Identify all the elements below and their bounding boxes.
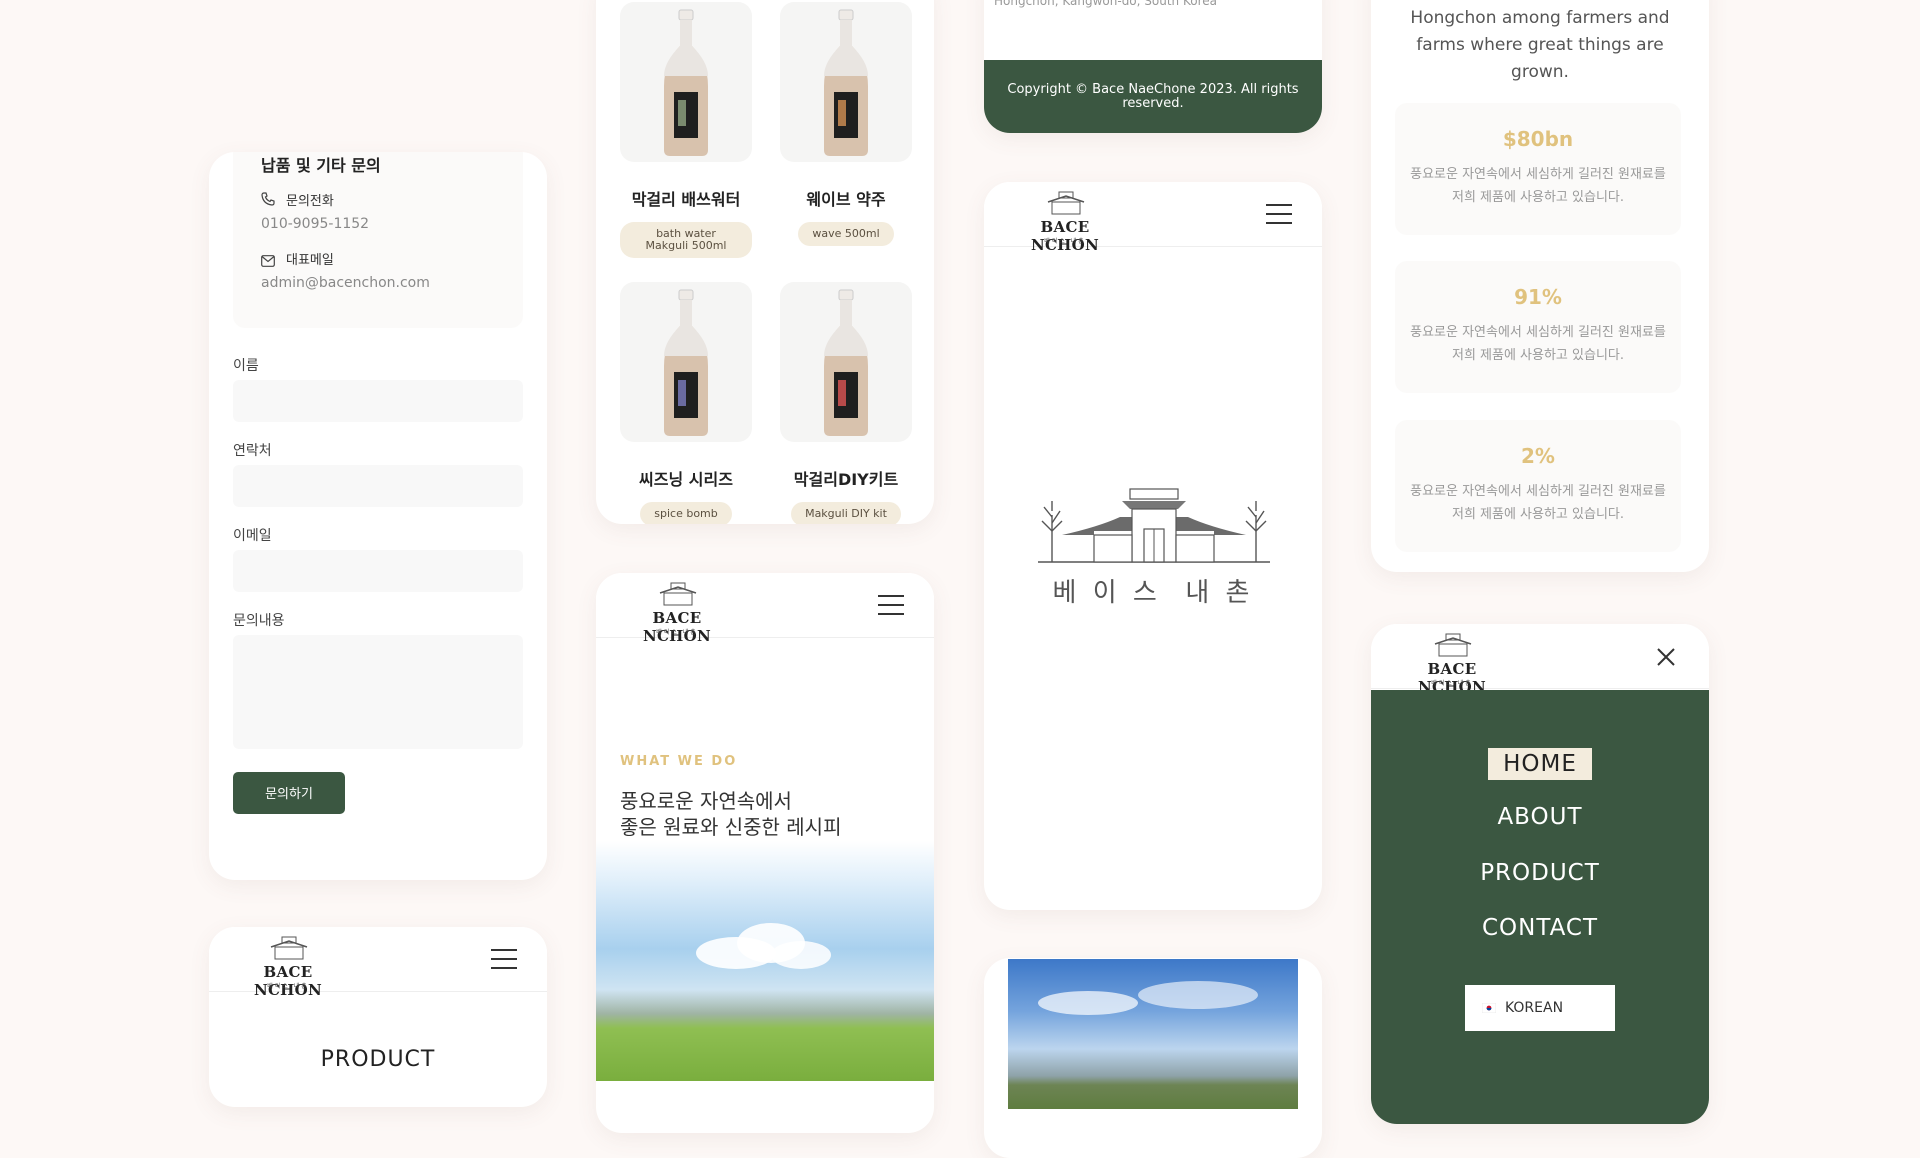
hanok-logo-icon	[270, 936, 308, 960]
bottle-image-icon	[824, 9, 868, 156]
products-grid-card: 막걸리 배쓰워터 bath water Makguli 500ml 웨이브 약주…	[596, 0, 934, 524]
brand-korean-title: 베 이 스 내 촌	[1052, 578, 1254, 608]
stat-box: $80bn 풍요로운 자연속에서 세심하게 길러진 원재료를 저희 제품에 사용…	[1395, 103, 1681, 235]
section-eyebrow: WHAT WE DO	[620, 754, 738, 769]
name-input[interactable]	[233, 380, 523, 422]
product-name[interactable]: 막걸리 배쓰워터	[606, 186, 766, 210]
hanok-logo-icon	[659, 582, 697, 606]
email-label: 대표메일	[286, 253, 334, 268]
email-field-label: 이메일	[233, 528, 272, 544]
product-tag: bath water Makguli 500ml	[620, 222, 752, 258]
stat-description: 풍요로운 자연속에서 세심하게 길러진 원재료를 저희 제품에 사용하고 있습니…	[1410, 484, 1666, 522]
inquiry-info-box: 납품 및 기타 문의 문의전화 010-9095-1152 대표메일 admin…	[233, 152, 523, 328]
product-image[interactable]	[620, 282, 752, 442]
hanok-house-illustration-icon	[1038, 488, 1270, 563]
mail-icon	[261, 252, 275, 271]
field-landscape-image	[596, 841, 934, 1081]
contact-input[interactable]	[233, 465, 523, 507]
footer-address: Hongchon, Kangwon-do, South Korea	[994, 0, 1217, 8]
logo-korean: 베이스 내촌	[1431, 680, 1473, 687]
site-logo[interactable]: BACE NCHON 베이스 내촌	[618, 581, 736, 645]
hanok-logo-icon	[1434, 633, 1472, 657]
stats-intro-text: Hongchon among farmers and farms where g…	[1410, 8, 1670, 82]
photo-card	[984, 958, 1322, 1158]
product-section-title: PRODUCT	[320, 1047, 436, 1072]
menu-item-product[interactable]: PRODUCT	[1371, 860, 1709, 886]
product-tag: wave 500ml	[780, 222, 912, 246]
name-label: 이름	[233, 358, 259, 374]
headline-line-2: 좋은 원료와 신중한 레시피	[620, 815, 842, 839]
site-logo[interactable]: BACE NCHON 베이스 내촌	[1006, 190, 1124, 254]
phone-label: 문의전화	[286, 194, 334, 209]
mobile-menu-card: BACE NCHON 베이스 내촌 HOME ABOUT PRODUCT CON…	[1371, 624, 1709, 1124]
contact-form-card: 납품 및 기타 문의 문의전화 010-9095-1152 대표메일 admin…	[209, 152, 547, 880]
submit-button[interactable]: 문의하기	[233, 772, 345, 814]
hamburger-menu-icon[interactable]	[1266, 204, 1292, 224]
hamburger-menu-icon[interactable]	[491, 949, 517, 969]
what-we-do-card: BACE NCHON 베이스 내촌 WHAT WE DO 풍요로운 자연속에서 …	[596, 573, 934, 1133]
cloud-icon	[1038, 981, 1258, 1015]
logo-korean: 베이스 내촌	[1044, 238, 1086, 245]
hanok-logo-icon	[1047, 191, 1085, 215]
footer-card: Hongchon, Kangwon-do, South Korea Copyri…	[984, 0, 1322, 133]
site-header: BACE NCHON 베이스 내촌	[209, 927, 547, 999]
stat-value: 91%	[1514, 285, 1562, 309]
stat-value: $80bn	[1502, 127, 1574, 151]
headline-line-1: 풍요로운 자연속에서	[620, 789, 792, 813]
email-input[interactable]	[233, 550, 523, 592]
footer-copyright-band: Copyright © Bace NaeChone 2023. All righ…	[984, 60, 1322, 133]
splash-card: BACE NCHON 베이스 내촌 베 이 스 내 촌	[984, 182, 1322, 910]
product-image[interactable]	[780, 2, 912, 162]
product-name[interactable]: 막걸리DIY키트	[766, 466, 926, 490]
message-label: 문의내용	[233, 613, 285, 629]
stat-description: 풍요로운 자연속에서 세심하게 길러진 원재료를 저희 제품에 사용하고 있습니…	[1410, 167, 1666, 205]
email-value[interactable]: admin@bacenchon.com	[261, 275, 430, 291]
menu-item-label: HOME	[1503, 751, 1577, 777]
contact-label: 연락처	[233, 443, 272, 459]
menu-item-about[interactable]: ABOUT	[1371, 804, 1709, 830]
countryside-photo	[1008, 959, 1298, 1109]
stat-box: 91% 풍요로운 자연속에서 세심하게 길러진 원재료를 저희 제품에 사용하고…	[1395, 261, 1681, 393]
product-tag: spice bomb	[620, 502, 752, 524]
menu-item-contact[interactable]: CONTACT	[1371, 915, 1709, 941]
close-icon[interactable]	[1657, 648, 1675, 666]
stat-value: 2%	[1521, 444, 1555, 468]
phone-value: 010-9095-1152	[261, 216, 370, 232]
site-logo[interactable]: BACE NCHON 베이스 내촌	[1393, 632, 1511, 696]
logo-korean: 베이스 내촌	[656, 629, 698, 636]
stat-box: 2% 풍요로운 자연속에서 세심하게 길러진 원재료를 저희 제품에 사용하고 …	[1395, 420, 1681, 552]
site-logo[interactable]: BACE NCHON 베이스 내촌	[229, 935, 347, 999]
stat-description: 풍요로운 자연속에서 세심하게 길러진 원재료를 저희 제품에 사용하고 있습니…	[1410, 325, 1666, 363]
menu-item-home[interactable]: HOME	[1488, 748, 1592, 780]
product-tag: Makguli DIY kit	[780, 502, 912, 524]
site-header: BACE NCHON 베이스 내촌	[1371, 624, 1709, 696]
product-page-card: BACE NCHON 베이스 내촌 PRODUCT	[209, 927, 547, 1107]
message-textarea[interactable]	[233, 635, 523, 749]
stats-card: Hongchon among farmers and farms where g…	[1371, 0, 1709, 572]
bottle-image-icon	[664, 9, 708, 156]
copyright-text: Copyright © Bace NaeChone 2023. All righ…	[1007, 82, 1299, 111]
hamburger-menu-icon[interactable]	[878, 595, 904, 615]
product-name[interactable]: 웨이브 약주	[766, 186, 926, 210]
product-name[interactable]: 씨즈닝 시리즈	[606, 466, 766, 490]
phone-icon	[261, 191, 275, 210]
language-selector[interactable]: KOREAN	[1465, 985, 1615, 1031]
site-header: BACE NCHON 베이스 내촌	[596, 573, 934, 645]
product-image[interactable]	[620, 2, 752, 162]
language-label: KOREAN	[1505, 1000, 1564, 1016]
inquiry-title: 납품 및 기타 문의	[261, 156, 381, 175]
logo-korean: 베이스 내촌	[267, 983, 309, 990]
cloud-icon	[696, 923, 831, 969]
bottle-image-icon	[824, 289, 868, 436]
menu-panel: HOME ABOUT PRODUCT CONTACT KOREAN	[1371, 690, 1709, 1124]
site-header: BACE NCHON 베이스 내촌	[984, 182, 1322, 254]
korea-flag-icon	[1482, 1003, 1496, 1013]
bottle-image-icon	[664, 289, 708, 436]
submit-button-label: 문의하기	[265, 787, 313, 802]
product-image[interactable]	[780, 282, 912, 442]
